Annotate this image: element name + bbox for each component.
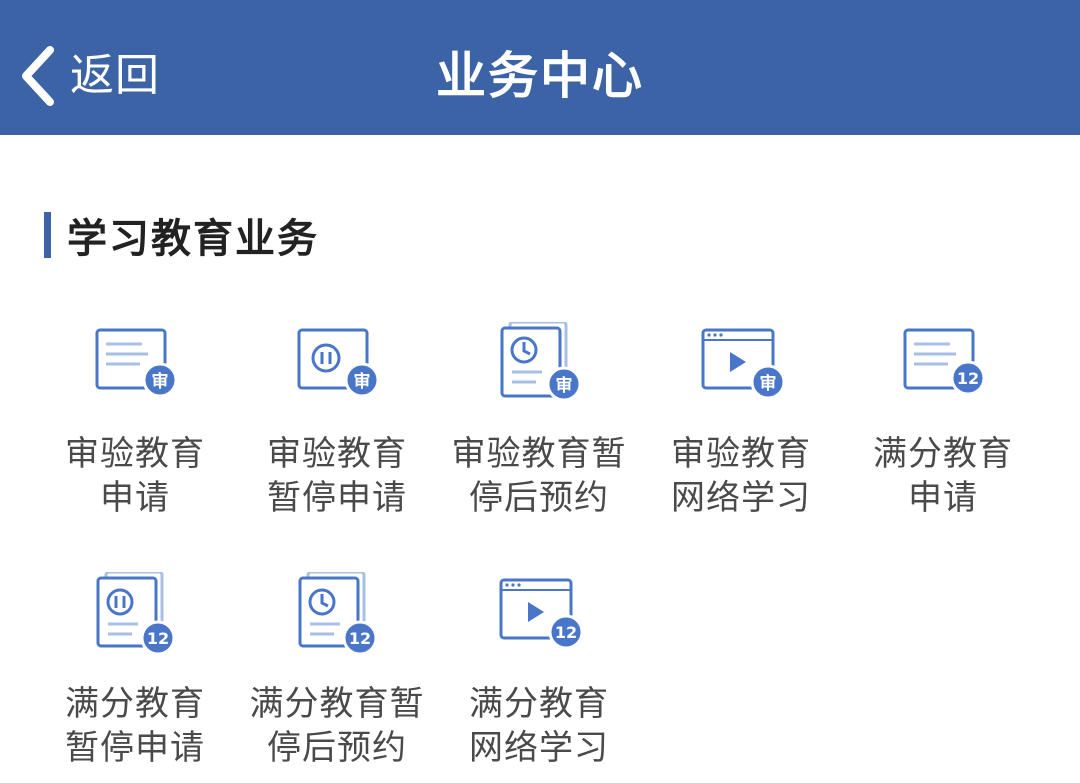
tile-label: 满分教育 网络学习 — [469, 684, 609, 768]
svg-text:审: 审 — [354, 371, 371, 392]
svg-text:12: 12 — [555, 623, 577, 642]
tile-label: 满分教育 申请 — [873, 434, 1013, 518]
service-tile-full-score-education-online[interactable]: 12 满分教育 网络学习 — [444, 572, 634, 772]
service-tile-review-education-apply[interactable]: 审 审验教育 申请 — [40, 322, 230, 522]
svg-text:12: 12 — [957, 369, 979, 388]
tile-label: 审验教育 暂停申请 — [267, 434, 407, 518]
tile-label: 满分教育暂 停后预约 — [249, 684, 425, 768]
pause-full-score-icon: 12 — [96, 572, 176, 656]
back-button[interactable]: 返回 — [18, 38, 160, 114]
video-full-score-icon: 12 — [499, 578, 584, 650]
pause-review-icon: 审 — [297, 328, 380, 398]
section-accent-bar — [44, 212, 51, 258]
tile-label: 满分教育 暂停申请 — [65, 684, 205, 768]
app-header: 返回 业务中心 — [0, 0, 1080, 135]
tile-label: 审验教育 网络学习 — [671, 434, 811, 518]
clock-full-score-icon: 12 — [298, 572, 378, 656]
tile-label: 审验教育暂 停后预约 — [451, 434, 627, 518]
svg-text:审: 审 — [760, 373, 777, 394]
document-full-score-icon: 12 — [903, 328, 986, 396]
clock-review-icon: 审 — [500, 322, 582, 402]
service-tile-review-education-appointment[interactable]: 审 审验教育暂 停后预约 — [444, 322, 634, 522]
svg-text:审: 审 — [152, 371, 169, 392]
section-title: 学习教育业务 — [67, 216, 319, 262]
tile-label: 审验教育 申请 — [65, 434, 205, 518]
service-tile-full-score-education-appointment[interactable]: 12 满分教育暂 停后预约 — [242, 572, 432, 772]
document-review-icon: 审 — [95, 328, 178, 398]
service-tile-full-score-education-apply[interactable]: 12 满分教育 申请 — [848, 322, 1038, 522]
back-label: 返回 — [70, 50, 160, 101]
chevron-left-icon — [22, 46, 54, 106]
svg-text:12: 12 — [349, 629, 371, 648]
service-tile-review-education-pause[interactable]: 审 审验教育 暂停申请 — [242, 322, 432, 522]
service-tile-review-education-online[interactable]: 审 审验教育 网络学习 — [646, 322, 836, 522]
svg-text:12: 12 — [147, 629, 169, 648]
section-header: 学习教育业务 — [44, 210, 319, 262]
page-title: 业务中心 — [436, 47, 644, 105]
video-review-icon: 审 — [701, 328, 786, 400]
service-tile-full-score-education-pause[interactable]: 12 满分教育 暂停申请 — [40, 572, 230, 772]
svg-text:审: 审 — [556, 375, 573, 396]
